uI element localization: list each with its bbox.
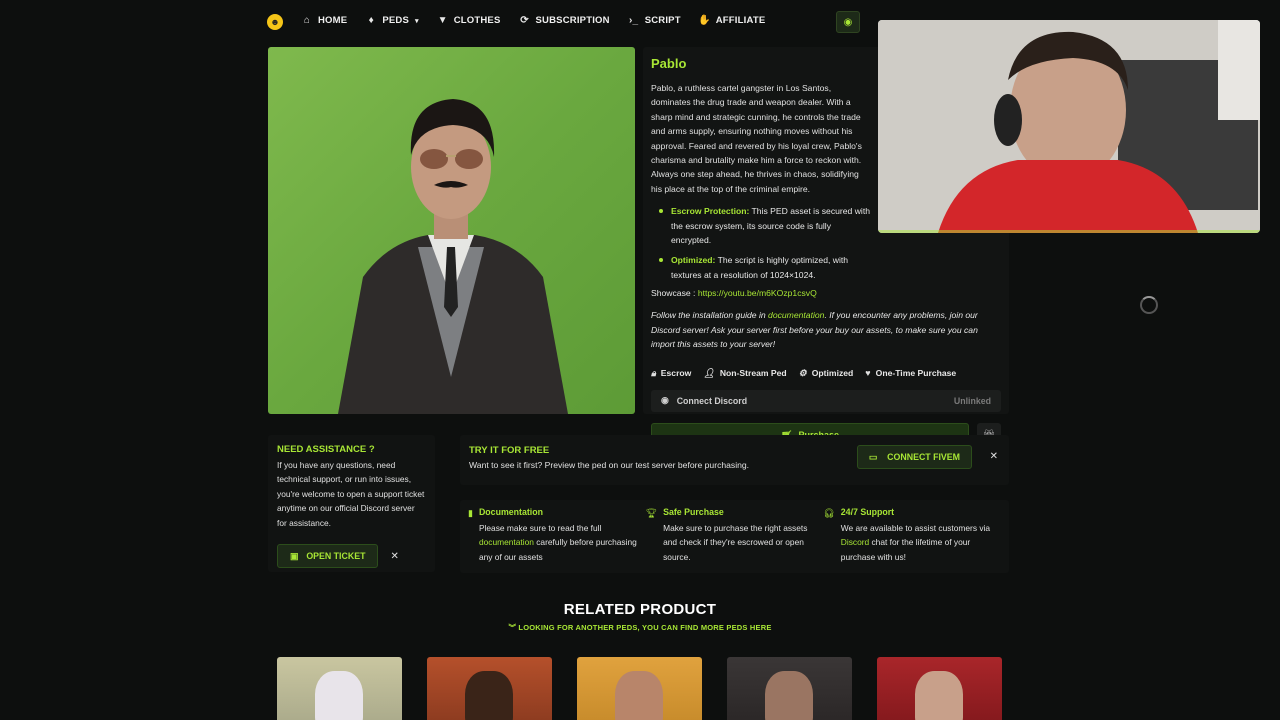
discord-button[interactable]: ◉ — [836, 11, 860, 33]
trophy-icon: 🏆︎ — [645, 508, 658, 518]
info-row: ▮ Documentation Please make sure to read… — [460, 500, 1009, 573]
nav-menu: ⌂ HOME ♦ PEDS ▾ ▼ CLOTHES ⟳ SUBSCRIPTION ›_ SC… — [302, 15, 765, 26]
headset-icon: 🎧︎ — [823, 508, 835, 518]
nav-script[interactable]: ›_ SCRIPT — [629, 15, 681, 26]
related-cards — [277, 657, 1002, 720]
discord-link[interactable]: Discord — [841, 537, 869, 547]
showcase: Showcase : https://youtu.be/m6KOzp1csvQ — [651, 288, 817, 299]
related-card[interactable] — [277, 657, 402, 720]
related-card[interactable] — [877, 657, 1002, 720]
loading-spinner — [1140, 296, 1158, 314]
user-icon: 👤︎ — [703, 367, 715, 378]
laptop-icon: ▭ — [868, 451, 878, 462]
showcase-link[interactable]: https://youtu.be/m6KOzp1csvQ — [698, 288, 817, 298]
tag-non-stream: 👤︎ Non-Stream Ped — [703, 367, 787, 379]
ped-thumbnail — [315, 671, 363, 720]
documentation-link[interactable]: documentation — [479, 537, 534, 547]
tag-one-time: ♥ One-Time Purchase — [865, 368, 957, 378]
discord-status: Unlinked — [953, 395, 991, 406]
ped-icon: ♦ — [368, 15, 374, 26]
home-icon: ⌂ — [303, 15, 311, 26]
ped-thumbnail — [915, 671, 963, 720]
nav-subscription[interactable]: ⟳ SUBSCRIPTION — [520, 15, 610, 26]
discord-icon: ◉ — [661, 395, 669, 405]
book-icon: ▮ — [468, 508, 473, 518]
heart-icon: ♥ — [865, 368, 871, 378]
lock-icon: 🔒︎ — [651, 367, 656, 378]
smiley-logo[interactable]: ☻ — [267, 14, 283, 30]
info-support: 🎧︎ 24/7 Support We are available to assi… — [823, 507, 1001, 566]
close-icon[interactable]: ✕ — [990, 451, 998, 462]
related-title: RELATED PRODUCT — [563, 601, 717, 618]
open-ticket-button[interactable]: ▣ OPEN TICKET — [277, 544, 379, 569]
product-image — [268, 47, 635, 414]
assist-title: NEED ASSISTANCE ? — [277, 444, 375, 455]
connect-discord-button[interactable]: ◉ Connect Discord Unlinked — [651, 389, 1001, 412]
shirt-icon: ▼ — [437, 15, 448, 26]
install-note: Follow the installation guide in documen… — [651, 310, 978, 350]
tag-optimized: ⚙ Optimized — [798, 367, 854, 379]
bullet-optimized: Optimized: The script is highly optimize… — [657, 253, 1001, 282]
assist-text: If you have any questions, need technica… — [277, 460, 425, 528]
ped-character-image — [338, 99, 568, 414]
ped-thumbnail — [765, 671, 813, 720]
nav-clothes[interactable]: ▼ CLOTHES — [438, 15, 501, 26]
related-subtitle: ︾ LOOKING FOR ANOTHER PEDS, YOU CAN FIND… — [508, 623, 772, 632]
tag-escrow: 🔒︎ Escrow — [651, 367, 692, 379]
terminal-icon: ›_ — [629, 15, 639, 26]
streamer-video — [878, 20, 1260, 233]
user-gear-icon: ⚙ — [798, 367, 807, 378]
assistance-card: NEED ASSISTANCE ? If you have any questi… — [268, 435, 435, 572]
connect-fivem-button[interactable]: ▭ CONNECT FIVEM — [856, 445, 972, 469]
webcam-overlay — [878, 20, 1260, 233]
nav-home[interactable]: ⌂ HOME — [302, 15, 347, 26]
documentation-link[interactable]: documentation — [768, 310, 824, 320]
refresh-icon: ⟳ — [520, 15, 529, 26]
webcam-frame — [878, 230, 1260, 233]
discord-icon: ◉ — [843, 16, 853, 28]
info-safe-purchase: 🏆︎ Safe Purchase Make sure to purchase t… — [646, 507, 824, 566]
nav-affiliate[interactable]: ✋ AFFILIATE — [698, 15, 766, 26]
nav-peds[interactable]: ♦ PEDS ▾ — [366, 15, 419, 26]
related-card[interactable] — [427, 657, 552, 720]
related-card[interactable] — [727, 657, 852, 720]
ped-thumbnail — [465, 671, 513, 720]
ticket-icon: ▣ — [290, 550, 299, 561]
nav-actions: ◉ — [836, 11, 860, 33]
info-documentation: ▮ Documentation Please make sure to read… — [468, 507, 646, 566]
chevrons-down-icon: ︾ — [508, 623, 519, 632]
related-card[interactable] — [577, 657, 702, 720]
close-icon[interactable]: ✕ — [390, 551, 398, 562]
ped-thumbnail — [615, 671, 663, 720]
feature-tags: 🔒︎ Escrow 👤︎ Non-Stream Ped ⚙ Optimized ♥ On… — [651, 368, 1001, 379]
handshake-icon: ✋ — [698, 15, 712, 26]
try-free-card: TRY IT FOR FREE Want to see it first? Pr… — [460, 435, 1009, 485]
chevron-down-icon: ▾ — [414, 17, 419, 25]
